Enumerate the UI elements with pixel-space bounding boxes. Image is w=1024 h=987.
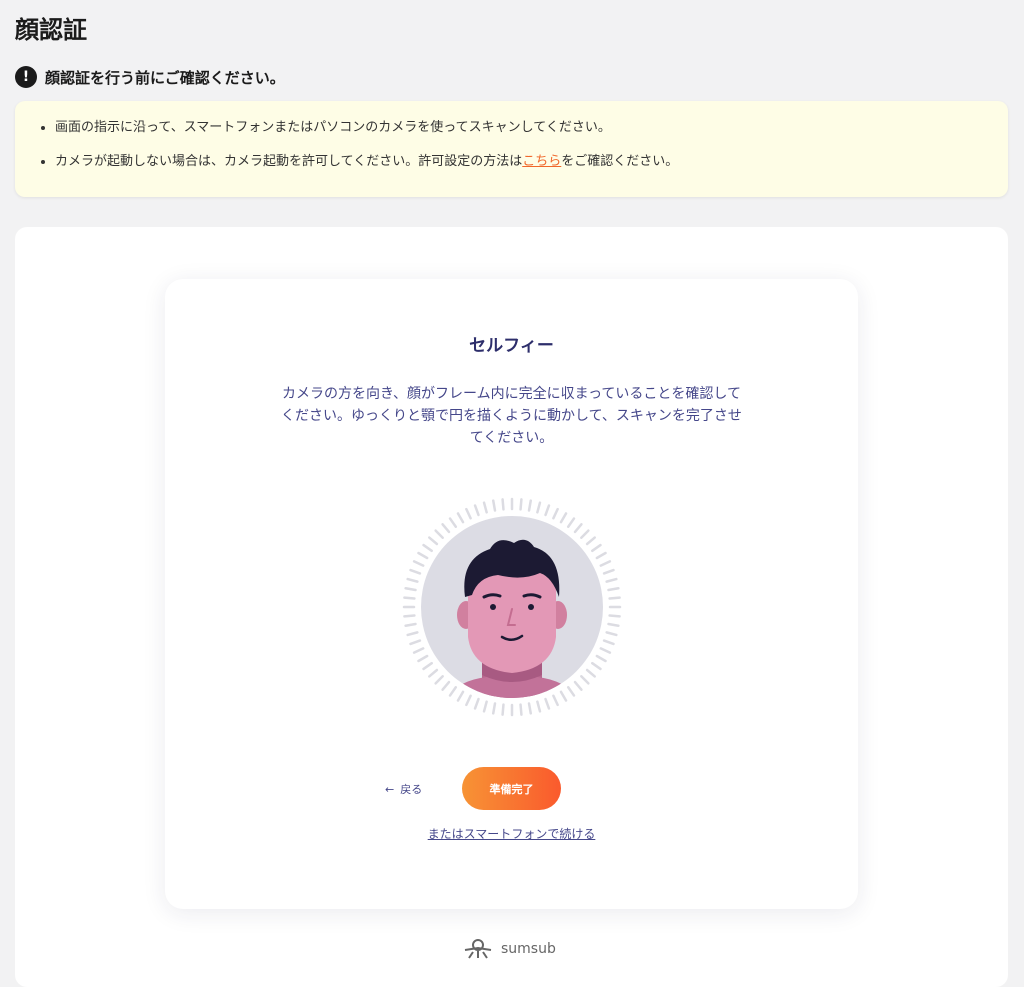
scan-tick [573, 680, 583, 691]
scan-tick [519, 703, 523, 716]
selfie-description: カメラの方を向き、顔がフレーム内に完全に収まっていることを確認してください。ゆっ… [281, 386, 742, 446]
scan-tick [448, 517, 458, 528]
notice-item-text: 画面の指示に沿って、スマートフォンまたはパソコンのカメラを使ってスキャンしてくだ… [55, 120, 611, 135]
scan-tick [417, 654, 429, 663]
scan-tick [608, 614, 621, 618]
face-illustration [402, 497, 622, 717]
action-row: ← 戻る 準備完了 [165, 767, 858, 811]
notice-item-text: カメラが起動しない場合は、カメラ起動を許可してください。許可設定の方法は [55, 154, 523, 169]
scan-tick [544, 504, 551, 517]
scan-tick [559, 690, 568, 702]
scan-tick [536, 501, 542, 514]
scan-tick [403, 614, 416, 618]
scan-tick [409, 639, 422, 646]
scan-tick [602, 568, 615, 575]
notice-box: 画面の指示に沿って、スマートフォンまたはパソコンのカメラを使ってスキャンしてくだ… [15, 101, 1008, 197]
scan-tick [482, 700, 488, 713]
scan-tick [441, 523, 451, 534]
scan-tick [409, 568, 422, 575]
scan-tick [591, 543, 602, 553]
scan-tick [536, 700, 542, 713]
scan-tick [428, 536, 439, 546]
scan-tick [527, 702, 533, 715]
scan-tick [599, 560, 612, 567]
scan-tick [591, 661, 602, 671]
scan-tick [441, 680, 451, 691]
scan-tick [465, 507, 472, 520]
scan-tick [501, 703, 505, 716]
back-button[interactable]: ← 戻る [385, 781, 422, 797]
scan-tick [448, 686, 458, 697]
scan-tick [580, 529, 590, 539]
scan-tick [482, 501, 488, 514]
scan-tick [403, 596, 416, 600]
scan-tick [434, 529, 444, 539]
scan-tick [412, 647, 425, 654]
scan-tick [595, 551, 607, 560]
scan-tick [607, 622, 620, 628]
notice-heading: ! 顔認証を行う前にご確認ください。 [15, 66, 285, 88]
ready-button[interactable]: 準備完了 [462, 767, 561, 810]
continue-on-phone-link[interactable]: またはスマートフォンで続ける [165, 825, 858, 842]
scan-tick [527, 499, 533, 512]
scan-tick [412, 560, 425, 567]
scan-tick [473, 697, 480, 710]
notice-item: カメラが起動しない場合は、カメラ起動を許可してください。許可設定の方法はこちらを… [55, 153, 1008, 171]
scan-tick [605, 631, 618, 637]
scan-tick [491, 499, 497, 512]
page-title: 顔認証 [15, 16, 87, 44]
brand-footer: sumsub [461, 938, 556, 960]
notice-item-text: をご確認ください。 [561, 154, 679, 169]
brand-name: sumsub [501, 941, 556, 957]
scan-tick [573, 523, 583, 534]
scan-tick [406, 577, 419, 583]
scan-tick [404, 586, 417, 592]
scan-tick [605, 577, 618, 583]
scan-tick [434, 675, 444, 685]
scan-tick [404, 622, 417, 628]
scan-tick [473, 504, 480, 517]
selfie-title: セルフィー [469, 336, 554, 356]
scan-tick [406, 631, 419, 637]
scan-tick [552, 507, 559, 520]
scan-tick [491, 702, 497, 715]
scan-tick [456, 690, 465, 702]
scan-tick [501, 498, 505, 511]
scan-tick [428, 668, 439, 678]
scan-tick [566, 517, 576, 528]
scan-tick [585, 668, 596, 678]
arrow-left-icon: ← [385, 782, 395, 796]
scan-tick [602, 639, 615, 646]
scan-tick [519, 498, 523, 511]
scan-tick [566, 686, 576, 697]
face-scan-frame [402, 497, 622, 717]
scan-tick [417, 551, 429, 560]
scan-tick [422, 661, 433, 671]
scan-tick [544, 697, 551, 710]
back-button-label: 戻る [400, 783, 423, 796]
permission-help-link[interactable]: こちら [522, 154, 561, 169]
scan-tick [599, 647, 612, 654]
scan-tick [585, 536, 596, 546]
scan-tick [456, 512, 465, 524]
scan-tick [595, 654, 607, 663]
notice-heading-text: 顔認証を行う前にご確認ください。 [45, 68, 285, 87]
exclamation-circle-icon: ! [15, 66, 37, 88]
scan-tick [580, 675, 590, 685]
scan-tick [607, 586, 620, 592]
scan-tick [559, 512, 568, 524]
notice-list: 画面の指示に沿って、スマートフォンまたはパソコンのカメラを使ってスキャンしてくだ… [15, 101, 1008, 171]
scan-tick [608, 596, 621, 600]
scan-tick [552, 694, 559, 707]
sumsub-logo-icon [464, 939, 492, 959]
scan-tick [465, 694, 472, 707]
notice-item: 画面の指示に沿って、スマートフォンまたはパソコンのカメラを使ってスキャンしてくだ… [55, 119, 1008, 137]
scan-tick [422, 543, 433, 553]
selfie-card: セルフィー カメラの方を向き、顔がフレーム内に完全に収まっていることを確認してく… [165, 279, 858, 909]
